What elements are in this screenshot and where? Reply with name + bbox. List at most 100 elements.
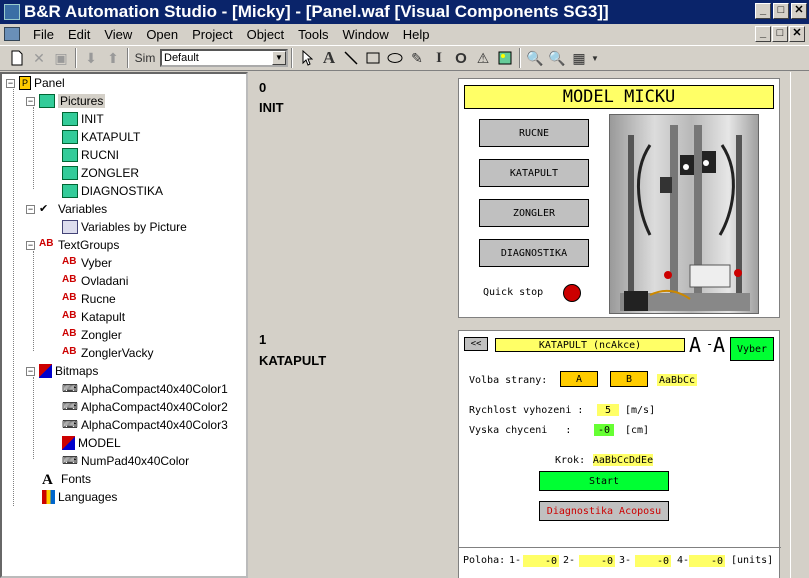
- vyska-label: Vyska chyceni :: [469, 425, 572, 436]
- zongler-button[interactable]: ZONGLER: [479, 199, 589, 227]
- tree-item-textgroups[interactable]: TextGroups: [58, 238, 119, 252]
- window-title: B&R Automation Studio - [Micky] - [Panel…: [24, 2, 609, 21]
- collapse-toggle[interactable]: −: [26, 366, 35, 376]
- tree-item-textgroup-rucne[interactable]: Rucne: [81, 292, 116, 306]
- tree-item-fonts[interactable]: Fonts: [61, 472, 91, 486]
- menu-tools[interactable]: Tools: [291, 27, 335, 42]
- move-up-icon[interactable]: ⬆: [102, 47, 124, 69]
- start-button[interactable]: Start: [539, 471, 669, 491]
- bitmaps-icon: [39, 364, 52, 378]
- poloha-1-label: 1-: [509, 555, 522, 566]
- toolbar-separator: [291, 48, 293, 68]
- document-icon[interactable]: [4, 27, 20, 41]
- side-a-button[interactable]: A: [560, 371, 598, 387]
- tree-item-picture-diagnostika[interactable]: DIAGNOSTIKA: [81, 184, 163, 198]
- chevron-down-icon[interactable]: ▼: [272, 51, 286, 65]
- picture-index: 0: [259, 80, 267, 95]
- mdi-restore-button[interactable]: □: [772, 26, 788, 42]
- mdi-close-button[interactable]: ✕: [789, 26, 805, 42]
- quick-stop-button[interactable]: [563, 284, 581, 302]
- bitmap-tool-icon[interactable]: [494, 47, 516, 69]
- textgroup-icon: AB: [62, 328, 77, 339]
- tree-item-picture-katapult[interactable]: KATAPULT: [81, 130, 140, 144]
- picture-name: INIT: [259, 100, 284, 115]
- pictures-icon: [39, 94, 55, 108]
- collapse-toggle[interactable]: −: [6, 78, 15, 88]
- collapse-toggle[interactable]: −: [26, 240, 35, 250]
- wand-tool-icon[interactable]: ✎: [406, 47, 428, 69]
- rucne-button[interactable]: RUCNE: [479, 119, 589, 147]
- alarm-tool-icon[interactable]: ⚠: [472, 47, 494, 69]
- tree-item-bitmap-alpha3[interactable]: AlphaCompact40x40Color3: [81, 418, 228, 432]
- menu-view[interactable]: View: [97, 27, 139, 42]
- collapse-toggle[interactable]: −: [26, 96, 35, 106]
- minimize-button[interactable]: _: [755, 3, 771, 19]
- layer-combo[interactable]: Default ▼: [160, 49, 288, 67]
- zoom-out-icon[interactable]: 🔍: [546, 47, 568, 69]
- delete-icon[interactable]: ✕: [28, 47, 50, 69]
- tree-item-textgroup-ovladani[interactable]: Ovladani: [81, 274, 128, 288]
- panel-icon: P: [19, 76, 31, 90]
- tree-item-textgroup-vyber[interactable]: Vyber: [81, 256, 112, 270]
- picture-preview-katapult[interactable]: << KATAPULT (ncAkce) A - A Vyber Volba s…: [458, 330, 781, 578]
- tree-item-bitmaps[interactable]: Bitmaps: [55, 364, 98, 378]
- fonts-icon: A: [42, 472, 53, 488]
- tree-item-bitmap-alpha2[interactable]: AlphaCompact40x40Color2: [81, 400, 228, 414]
- grid-dropdown-icon[interactable]: ▼: [590, 47, 600, 69]
- ellipse-tool-icon[interactable]: [384, 47, 406, 69]
- text-tool-icon[interactable]: A: [318, 47, 340, 69]
- maximize-button[interactable]: □: [773, 3, 789, 19]
- tree-item-panel[interactable]: Panel: [34, 76, 65, 90]
- rectangle-tool-icon[interactable]: [362, 47, 384, 69]
- tree-item-variables-by-picture[interactable]: Variables by Picture: [81, 220, 187, 234]
- picture-preview-init[interactable]: MODEL MICKU RUCNE KATAPULT ZONGLER DIAGN…: [458, 78, 780, 318]
- menu-object[interactable]: Object: [240, 27, 292, 42]
- tree-item-variables[interactable]: Variables: [58, 202, 107, 216]
- tree-item-bitmap-alpha1[interactable]: AlphaCompact40x40Color1: [81, 382, 228, 396]
- tree-item-textgroup-katapult[interactable]: Katapult: [81, 310, 125, 324]
- tree-item-textgroup-zonglervacky[interactable]: ZonglerVacky: [81, 346, 153, 360]
- new-icon[interactable]: [6, 47, 28, 69]
- tree-item-picture-init[interactable]: INIT: [81, 112, 104, 126]
- tree-item-picture-zongler[interactable]: ZONGLER: [81, 166, 139, 180]
- menu-edit[interactable]: Edit: [61, 27, 97, 42]
- tree-item-bitmap-model[interactable]: MODEL: [78, 436, 121, 450]
- menu-help[interactable]: Help: [396, 27, 437, 42]
- properties-icon[interactable]: ▣: [50, 47, 72, 69]
- menu-open[interactable]: Open: [139, 27, 185, 42]
- pointer-icon[interactable]: [296, 47, 318, 69]
- quick-stop-label: Quick stop: [483, 287, 544, 298]
- vyber-button[interactable]: Vyber: [730, 337, 774, 361]
- tree-item-bitmap-numpad[interactable]: NumPad40x40Color: [81, 454, 189, 468]
- toolbar-separator: [127, 48, 129, 68]
- grid-icon[interactable]: ▦: [568, 47, 590, 69]
- sim-button[interactable]: Sim: [132, 47, 158, 69]
- diagnostika-acoposu-button[interactable]: Diagnostika Acoposu: [539, 501, 669, 521]
- close-button[interactable]: ✕: [791, 3, 807, 19]
- sample-text: AaBbCc: [657, 374, 697, 386]
- mdi-minimize-button[interactable]: _: [755, 26, 771, 42]
- output-tool-icon[interactable]: O: [450, 47, 472, 69]
- back-button[interactable]: <<: [464, 337, 488, 351]
- zoom-in-icon[interactable]: 🔍: [524, 47, 546, 69]
- menu-project[interactable]: Project: [185, 27, 239, 42]
- vertical-scrollbar[interactable]: [790, 72, 809, 578]
- picture-icon: [62, 130, 78, 144]
- text-cursor-icon[interactable]: I: [428, 47, 450, 69]
- diagnostika-button[interactable]: DIAGNOSTIKA: [479, 239, 589, 267]
- move-down-icon[interactable]: ⬇: [80, 47, 102, 69]
- tree-item-languages[interactable]: Languages: [58, 490, 117, 504]
- bitmap-icon: [62, 436, 75, 450]
- tree-item-textgroup-zongler[interactable]: Zongler: [81, 328, 122, 342]
- menu-file[interactable]: File: [26, 27, 61, 42]
- side-b-button[interactable]: B: [610, 371, 648, 387]
- line-tool-icon[interactable]: [340, 47, 362, 69]
- tree-item-pictures[interactable]: Pictures: [58, 94, 106, 108]
- vyska-value[interactable]: -0: [594, 424, 614, 436]
- menu-window[interactable]: Window: [336, 27, 396, 42]
- katapult-button[interactable]: KATAPULT: [479, 159, 589, 187]
- collapse-toggle[interactable]: −: [26, 204, 35, 214]
- tree-item-picture-rucni[interactable]: RUCNI: [81, 148, 119, 162]
- textgroup-icon: AB: [62, 292, 77, 303]
- rychlost-value[interactable]: 5: [597, 404, 619, 416]
